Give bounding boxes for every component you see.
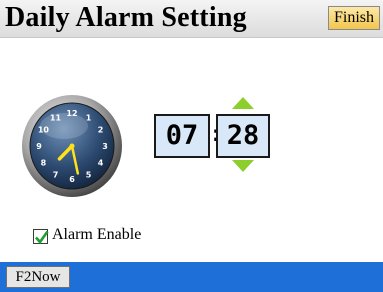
clock-numeral: 6 <box>69 175 75 184</box>
minute-field[interactable]: 28 <box>216 114 270 158</box>
alarm-enable-checkbox[interactable] <box>33 229 49 245</box>
clock-numeral: 12 <box>66 109 77 118</box>
f2now-button[interactable]: F2Now <box>6 266 70 288</box>
clock-numeral: 3 <box>102 142 108 151</box>
minute-up-arrow-icon[interactable] <box>232 97 254 109</box>
hour-field[interactable]: 07 <box>154 114 210 158</box>
title-bar: Daily Alarm Setting Finish <box>0 0 383 38</box>
checkmark-icon <box>35 230 49 245</box>
clock-numeral: 10 <box>38 126 50 135</box>
clock-icon: 12 12 3 45 6 78 9 1011 <box>22 95 122 197</box>
clock-numeral: 9 <box>36 142 42 151</box>
clock-numeral: 7 <box>53 171 59 180</box>
clock-numeral: 2 <box>98 126 104 135</box>
clock-numeral: 1 <box>86 113 92 122</box>
clock-numeral: 11 <box>50 113 62 122</box>
minute-down-arrow-icon[interactable] <box>232 160 254 172</box>
clock-numeral: 8 <box>41 159 47 168</box>
page-title: Daily Alarm Setting <box>5 2 247 33</box>
finish-button[interactable]: Finish <box>328 6 380 30</box>
clock-numeral: 4 <box>98 159 104 168</box>
clock-numeral: 5 <box>86 171 92 180</box>
alarm-enable-label: Alarm Enable <box>52 226 142 243</box>
